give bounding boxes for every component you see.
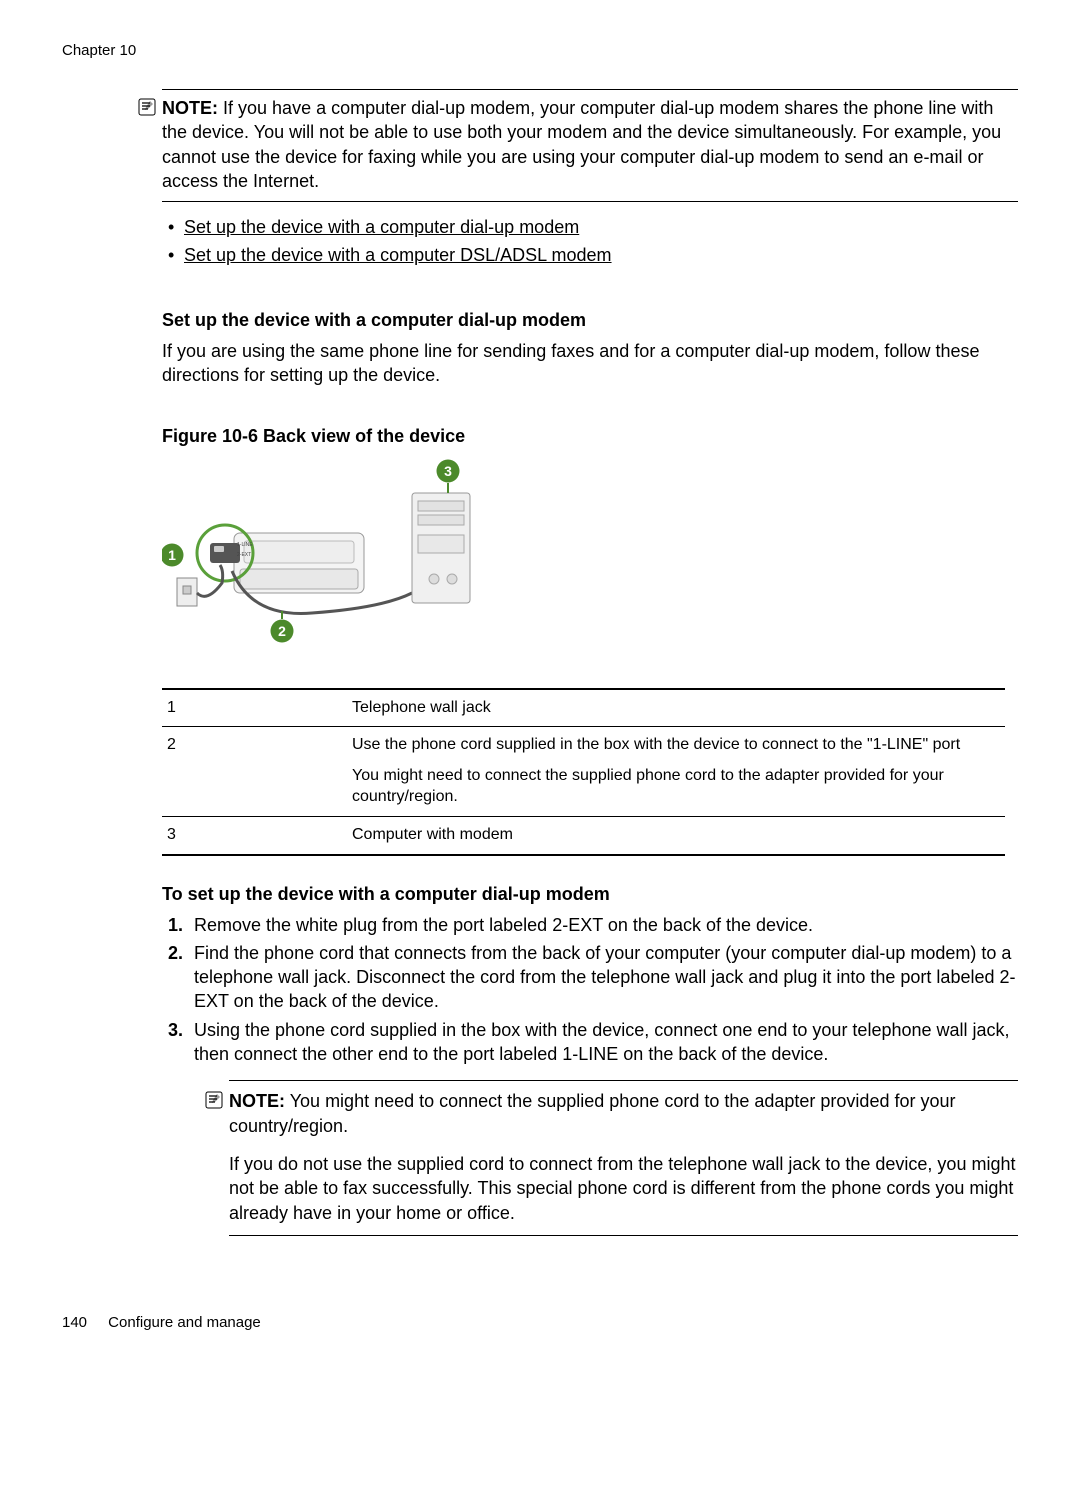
note-text: NOTE: You might need to connect the supp… [229,1089,1018,1138]
steps-list: Remove the white plug from the port labe… [162,913,1018,1236]
cell-num: 2 [162,727,347,816]
cell-line: You might need to connect the supplied p… [352,766,995,808]
note-para2: If you do not use the supplied cord to c… [229,1152,1018,1225]
page-header: Chapter 10 [62,42,1018,59]
note-body: If you have a computer dial-up modem, yo… [162,98,1001,191]
list-item: Set up the device with a computer DSL/AD… [162,242,1018,270]
cell-line: Use the phone cord supplied in the box w… [352,735,995,756]
cell-text: Computer with modem [347,816,1005,854]
page-footer: 140 Configure and manage [62,1314,1018,1331]
cell-num: 3 [162,816,347,854]
note-label: NOTE: [162,98,218,118]
note-icon [138,98,156,121]
page-number: 140 [62,1314,104,1331]
section-body: If you are using the same phone line for… [162,339,1018,388]
footer-section: Configure and manage [108,1314,261,1331]
note-text: NOTE: If you have a computer dial-up mod… [162,96,1018,193]
table-row: 2 Use the phone cord supplied in the box… [162,727,1005,816]
table-row: 3 Computer with modem [162,816,1005,854]
section-heading: Set up the device with a computer dial-u… [162,310,1018,331]
table-row: 1 Telephone wall jack [162,689,1005,727]
cell-text: Telephone wall jack [347,689,1005,727]
note-body: You might need to connect the supplied p… [229,1091,956,1135]
list-item: Set up the device with a computer dial-u… [162,214,1018,242]
svg-text:1: 1 [168,547,176,563]
nested-note-block: NOTE: You might need to connect the supp… [229,1080,1018,1235]
note-icon [205,1091,223,1116]
legend-table: 1 Telephone wall jack 2 Use the phone co… [162,688,1005,856]
svg-text:2-EXT: 2-EXT [237,552,251,558]
link-setup-dialup[interactable]: Set up the device with a computer dial-u… [184,217,579,237]
cell-text: Use the phone cord supplied in the box w… [347,727,1005,816]
svg-text:3: 3 [444,463,452,479]
step-item: Find the phone cord that connects from t… [188,941,1018,1014]
step-item: Remove the white plug from the port labe… [188,913,1018,937]
figure-caption: Figure 10-6 Back view of the device [162,426,1018,447]
svg-text:2: 2 [278,623,286,639]
note-block: NOTE: If you have a computer dial-up mod… [162,89,1018,202]
steps-heading: To set up the device with a computer dia… [162,884,1018,905]
figure-image: 1 1-LINE 2-EXT 2 [162,453,1018,658]
link-list: Set up the device with a computer dial-u… [162,214,1018,270]
note-label: NOTE: [229,1091,285,1111]
step-text: Using the phone cord supplied in the box… [194,1020,1010,1064]
svg-text:1-LINE: 1-LINE [237,542,253,548]
link-setup-dsl[interactable]: Set up the device with a computer DSL/AD… [184,245,612,265]
cell-num: 1 [162,689,347,727]
step-item: Using the phone cord supplied in the box… [188,1018,1018,1236]
